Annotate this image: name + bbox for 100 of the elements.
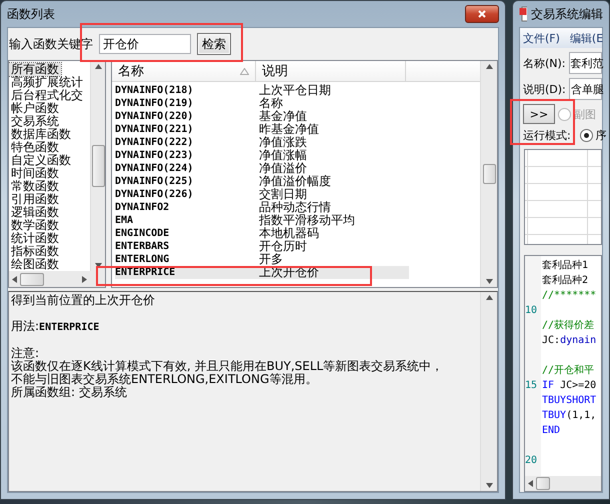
usage-text: 用法:ENTERPRICE xyxy=(11,320,100,334)
category-item[interactable]: 常数函数 xyxy=(9,180,61,193)
table-cell: DYNAINFO(226) xyxy=(115,188,194,201)
line-number: 20 xyxy=(525,454,538,468)
code-line: 套利品种1 xyxy=(542,258,588,273)
scroll-up-icon[interactable] xyxy=(486,295,492,300)
category-item[interactable]: 特色函数 xyxy=(9,141,61,154)
table-row[interactable]: DYNAINFO(225) 净值溢价幅度 xyxy=(115,175,409,188)
table-cell: DYNAINFO(221) xyxy=(115,123,194,136)
code-line: IF JC>=20 xyxy=(542,379,596,393)
scroll-down-icon[interactable] xyxy=(486,279,492,284)
input-field[interactable]: 含单腿 xyxy=(568,78,602,100)
category-item[interactable]: 数学函数 xyxy=(9,219,61,232)
category-item[interactable]: 数据库函数 xyxy=(9,128,73,141)
code-line: //获得价差 xyxy=(542,318,594,333)
table-cell: DYNAINFO2 xyxy=(115,201,170,214)
table-row[interactable]: DYNAINFO(220) 基金净值 xyxy=(115,110,409,123)
table-row[interactable]: DYNAINFO(223) 净值涨幅 xyxy=(115,149,409,162)
table-cell: EMA xyxy=(115,214,134,227)
table-row[interactable]: DYNAINFO(224) 净值溢价 xyxy=(115,162,409,175)
table-cell: ENTERBARS xyxy=(115,240,170,253)
sort-icon xyxy=(240,68,249,74)
scroll-left-icon[interactable] xyxy=(12,276,17,282)
line-number: 15 xyxy=(525,379,538,393)
note-heading: 注意: xyxy=(11,347,40,360)
scroll-thumb[interactable] xyxy=(536,477,550,490)
category-item[interactable]: 所有函数 xyxy=(9,63,61,76)
code-line: JC:dynain xyxy=(542,334,596,348)
field-label: 名称(N): xyxy=(523,56,566,70)
table-cell: DYNAINFO(223) xyxy=(115,149,194,162)
table-cell: ENTERLONG xyxy=(115,253,170,266)
search-button[interactable]: 检索 xyxy=(197,33,231,55)
scroll-down-icon[interactable] xyxy=(94,263,102,268)
table-row[interactable]: DYNAINFO2 品种动态行情 xyxy=(115,201,409,214)
scroll-thumb[interactable] xyxy=(482,164,496,184)
category-item[interactable]: 绘图函数 xyxy=(9,258,61,271)
table-cell: DYNAINFO(224) xyxy=(115,162,194,175)
group-text: 所属函数组: 交易系统 xyxy=(11,386,127,399)
code-line: 套利品种2 xyxy=(542,274,588,288)
close-icon xyxy=(478,10,486,18)
table-cell: 本地机器码 xyxy=(259,227,319,240)
category-item[interactable]: 指标函数 xyxy=(9,245,61,258)
horizontal-scrollbar[interactable] xyxy=(525,476,601,491)
table-cell: 上次平仓日期 xyxy=(259,84,331,97)
document-icon xyxy=(519,6,527,22)
close-button[interactable] xyxy=(465,5,499,23)
note-text: 该函数仅在逐K线计算模式下有效, 并且只能用在BUY,SELL等新图表交易系统中，不能与旧图表交易系统ENTERLONG,EXITLONG等混用。 xyxy=(11,360,444,386)
code-line: //开仓和平 xyxy=(542,364,594,378)
table-row[interactable]: EMA 指数平滑移动平均 xyxy=(115,214,409,227)
category-item[interactable]: 逻辑函数 xyxy=(9,206,61,219)
run-mode-label: 运行模式: xyxy=(523,128,571,143)
table-cell: 指数平滑移动平均 xyxy=(259,214,355,227)
radio-button[interactable]: 序 xyxy=(580,128,607,143)
table-cell: DYNAINFO(220) xyxy=(115,110,194,123)
column-header[interactable]: 名称 xyxy=(112,61,256,81)
column-header[interactable]: 说明 xyxy=(256,61,406,81)
code-editor[interactable]: 10 15 20 套利品种1 套利品种2 //******* //获得价差 JC:dynain //开仓和平 IF JC>=20 TBUYSHORT TBUY(1,1, END xyxy=(524,255,602,492)
table-row[interactable]: ENTERLONG 开多 xyxy=(115,253,409,266)
category-item[interactable]: 自定义函数 xyxy=(9,154,73,167)
category-item[interactable]: 交易系统 xyxy=(9,115,61,128)
field-label: 说明(D): xyxy=(523,82,566,96)
scroll-up-icon[interactable] xyxy=(94,64,102,69)
menu-item[interactable]: 编辑(E xyxy=(570,30,604,46)
input-field[interactable]: 套利范 xyxy=(568,52,602,74)
vertical-scrollbar[interactable] xyxy=(90,61,105,271)
table-row[interactable]: DYNAINFO(226) 交割日期 xyxy=(115,188,409,201)
scroll-thumb[interactable] xyxy=(92,145,104,187)
category-item[interactable]: 高频扩展统计 xyxy=(9,76,85,89)
table-cell: 昨基金净值 xyxy=(259,123,319,136)
keyword-field[interactable]: 开仓价 xyxy=(99,34,191,54)
line-number: 10 xyxy=(525,304,538,318)
table-cell: ENGINCODE xyxy=(115,227,170,240)
scroll-up-icon[interactable] xyxy=(486,64,492,69)
table-row[interactable]: DYNAINFO(222) 净值涨跌 xyxy=(115,136,409,149)
window-title: 交易系统编辑 xyxy=(531,6,603,22)
category-item[interactable]: 后台程式化交 xyxy=(9,89,85,102)
table-row[interactable]: DYNAINFO(218) 上次平仓日期 xyxy=(115,84,409,97)
menu-item[interactable]: 文件(F) xyxy=(523,30,560,46)
table-cell: 基金净值 xyxy=(259,110,307,123)
window-title: 函数列表 xyxy=(7,6,55,22)
table-cell: DYNAINFO(222) xyxy=(115,136,194,149)
horizontal-scrollbar[interactable] xyxy=(9,271,90,287)
summary-text: 得到当前位置的上次开仓价 xyxy=(11,294,155,307)
scroll-down-icon[interactable] xyxy=(486,483,492,488)
vertical-scrollbar[interactable] xyxy=(480,61,497,287)
category-item[interactable]: 统计函数 xyxy=(9,232,61,245)
table-row[interactable]: DYNAINFO(219) 名称 xyxy=(115,97,409,110)
category-item[interactable]: 帐户函数 xyxy=(9,102,61,115)
scroll-thumb[interactable] xyxy=(20,272,44,286)
category-item[interactable]: 时间函数 xyxy=(9,167,61,180)
scroll-left-icon[interactable] xyxy=(528,480,533,487)
table-row[interactable]: DYNAINFO(221) 昨基金净值 xyxy=(115,123,409,136)
scroll-right-icon[interactable] xyxy=(82,276,87,282)
code-line: TBUY(1,1, xyxy=(542,409,596,423)
category-item[interactable]: 引用函数 xyxy=(9,193,61,206)
table-row[interactable]: ENGINCODE 本地机器码 xyxy=(115,227,409,240)
table-row[interactable]: ENTERBARS 开仓历时 xyxy=(115,240,409,253)
table-cell: 开仓历时 xyxy=(259,240,307,253)
expand-button[interactable]: >> xyxy=(523,104,555,124)
vertical-scrollbar[interactable] xyxy=(480,292,497,491)
